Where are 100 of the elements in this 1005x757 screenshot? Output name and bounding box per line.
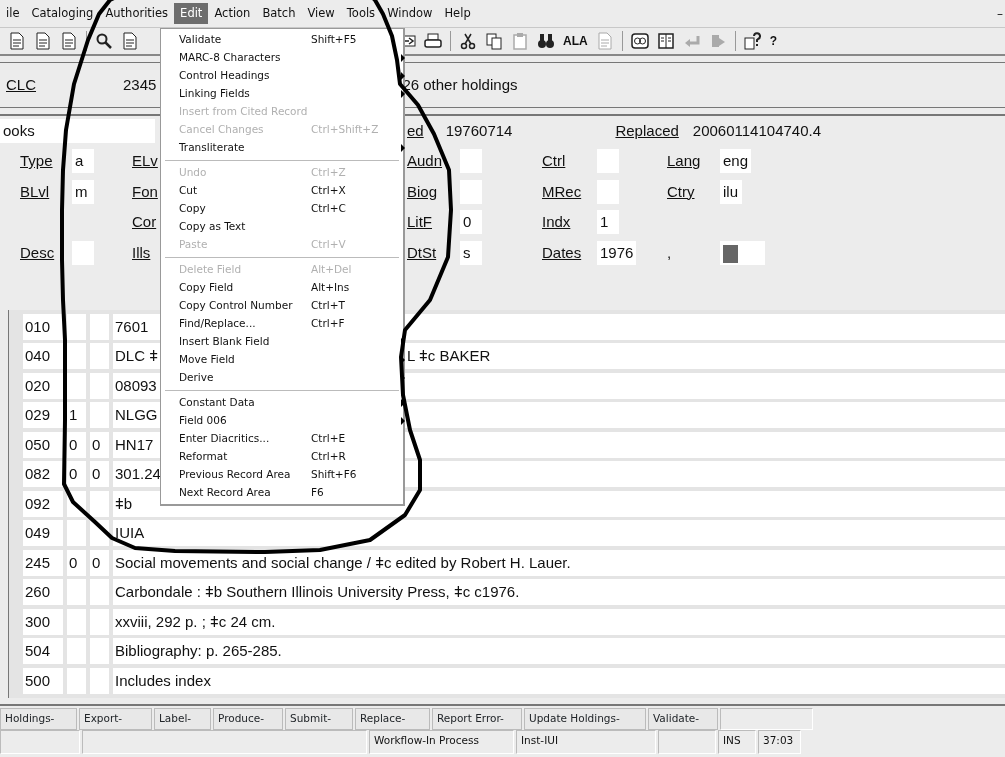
- input-field[interactable]: a: [72, 149, 94, 174]
- indicator-cell[interactable]: [67, 667, 86, 694]
- page-icon[interactable]: [60, 32, 78, 50]
- indicator-cell[interactable]: [67, 313, 86, 340]
- input-field[interactable]: [720, 240, 765, 265]
- toolbar-button[interactable]: ALA: [563, 32, 588, 50]
- menu-item[interactable]: Help: [438, 2, 477, 25]
- tag-cell[interactable]: 049: [23, 520, 63, 547]
- menu-item[interactable]: Action: [208, 2, 257, 25]
- menu-item[interactable]: Window: [381, 2, 439, 25]
- menu-item[interactable]: Cataloging: [25, 2, 100, 25]
- action-button[interactable]: Export-: [79, 708, 152, 730]
- tag-cell[interactable]: 260: [23, 579, 63, 606]
- indicator-cell[interactable]: [90, 313, 109, 340]
- page-icon[interactable]: [121, 32, 139, 50]
- menu-item[interactable]: Authorities: [99, 2, 175, 25]
- menu-item[interactable]: ile: [0, 2, 26, 25]
- indicator-cell[interactable]: [90, 490, 109, 517]
- menu-item[interactable]: View: [301, 2, 341, 25]
- input-field[interactable]: ilu: [720, 179, 742, 204]
- field-data-cell[interactable]: xxviii, 292 p. ; ǂc 24 cm.: [113, 608, 1005, 635]
- indicator-cell[interactable]: 0: [67, 549, 86, 576]
- indicator-cell[interactable]: [67, 579, 86, 606]
- action-button[interactable]: Label-: [154, 708, 211, 730]
- action-button[interactable]: Holdings-: [0, 708, 77, 730]
- tag-cell[interactable]: 010: [23, 313, 63, 340]
- indicator-cell[interactable]: 0: [90, 431, 109, 458]
- menu-item[interactable]: Field 006: [161, 412, 403, 430]
- action-button[interactable]: Submit-: [285, 708, 353, 730]
- binoculars-icon[interactable]: [537, 32, 555, 50]
- page-icon[interactable]: [34, 32, 52, 50]
- replaced-label[interactable]: Replaced: [615, 119, 679, 143]
- tag-cell[interactable]: 092: [23, 490, 63, 517]
- menu-item[interactable]: Edit: [174, 2, 209, 25]
- action-button[interactable]: Report Error-: [432, 708, 522, 730]
- indicator-cell[interactable]: [90, 608, 109, 635]
- menu-item[interactable]: Cut Ctrl+X: [161, 182, 403, 200]
- menu-item[interactable]: Copy Control Number Ctrl+T: [161, 297, 403, 315]
- field-label[interactable]: LitF: [407, 211, 460, 234]
- tag-cell[interactable]: 029: [23, 402, 63, 429]
- menu-item[interactable]: Copy as Text: [161, 218, 403, 236]
- help-icon[interactable]: [743, 32, 762, 50]
- input-field[interactable]: s: [460, 240, 482, 265]
- action-button[interactable]: Update Holdings-: [524, 708, 646, 730]
- field-data-cell[interactable]: Includes index: [113, 667, 1005, 694]
- indicator-cell[interactable]: 0: [90, 549, 109, 576]
- indicator-cell[interactable]: [90, 343, 109, 370]
- badge-icon[interactable]: [630, 32, 649, 50]
- input-field[interactable]: 1: [597, 210, 619, 235]
- indicator-cell[interactable]: [67, 608, 86, 635]
- search-icon[interactable]: [95, 32, 113, 50]
- menu-item[interactable]: Tools: [340, 2, 382, 25]
- tag-cell[interactable]: 082: [23, 461, 63, 488]
- tag-cell[interactable]: 040: [23, 343, 63, 370]
- field-label[interactable]: Ctrl: [542, 150, 597, 173]
- indicator-cell[interactable]: [67, 638, 86, 665]
- tag-cell[interactable]: 500: [23, 667, 63, 694]
- tag-cell[interactable]: 020: [23, 372, 63, 399]
- tag-cell[interactable]: 300: [23, 608, 63, 635]
- menu-item[interactable]: Previous Record Area Shift+F6: [161, 466, 403, 484]
- indicator-cell[interactable]: 0: [67, 431, 86, 458]
- field-label[interactable]: Audn: [407, 150, 460, 173]
- indicator-cell[interactable]: [90, 579, 109, 606]
- indicator-cell[interactable]: [90, 667, 109, 694]
- action-button[interactable]: Produce-: [213, 708, 283, 730]
- field-label[interactable]: Desc: [20, 241, 72, 264]
- field-data-cell[interactable]: IUIA: [113, 520, 1005, 547]
- menu-item[interactable]: Find/Replace... Ctrl+F: [161, 315, 403, 333]
- field-label[interactable]: DtSt: [407, 241, 460, 264]
- oclc-label[interactable]: CLC: [6, 73, 36, 97]
- action-button[interactable]: Replace-: [355, 708, 430, 730]
- menu-item[interactable]: Copy Field Alt+Ins: [161, 279, 403, 297]
- help-button[interactable]: ?: [769, 32, 777, 50]
- field-label[interactable]: Ctry: [667, 180, 720, 203]
- field-label[interactable]: Indx: [542, 211, 597, 234]
- menu-item[interactable]: Control Headings: [161, 67, 403, 85]
- copy-icon[interactable]: [485, 32, 503, 50]
- input-field[interactable]: eng: [720, 149, 752, 174]
- tag-cell[interactable]: 504: [23, 638, 63, 665]
- field-label[interactable]: Biog: [407, 180, 460, 203]
- field-data-cell[interactable]: Social movements and social change / ǂc edited by Robert H. Lauer.: [113, 549, 1005, 576]
- menu-item[interactable]: Derive: [161, 369, 403, 387]
- menu-item[interactable]: Enter Diacritics... Ctrl+E: [161, 430, 403, 448]
- page-icon[interactable]: [8, 32, 26, 50]
- indicator-cell[interactable]: 0: [90, 461, 109, 488]
- menu-item[interactable]: Batch: [256, 2, 302, 25]
- indicator-cell[interactable]: [90, 638, 109, 665]
- indicator-cell[interactable]: [67, 372, 86, 399]
- minimize-button[interactable]: –: [997, 4, 1003, 23]
- menu-item[interactable]: Copy Ctrl+C: [161, 200, 403, 218]
- clipboard-icon[interactable]: [511, 32, 529, 50]
- scissors-icon[interactable]: [459, 32, 477, 50]
- field-label[interactable]: Lang: [667, 150, 720, 173]
- indicator-cell[interactable]: [67, 520, 86, 547]
- menu-item[interactable]: MARC-8 Characters: [161, 49, 403, 67]
- indicator-cell[interactable]: 0: [67, 461, 86, 488]
- indicator-cell[interactable]: [90, 372, 109, 399]
- tag-cell[interactable]: 050: [23, 431, 63, 458]
- indicator-cell[interactable]: 1: [67, 402, 86, 429]
- input-field[interactable]: 0: [460, 210, 482, 235]
